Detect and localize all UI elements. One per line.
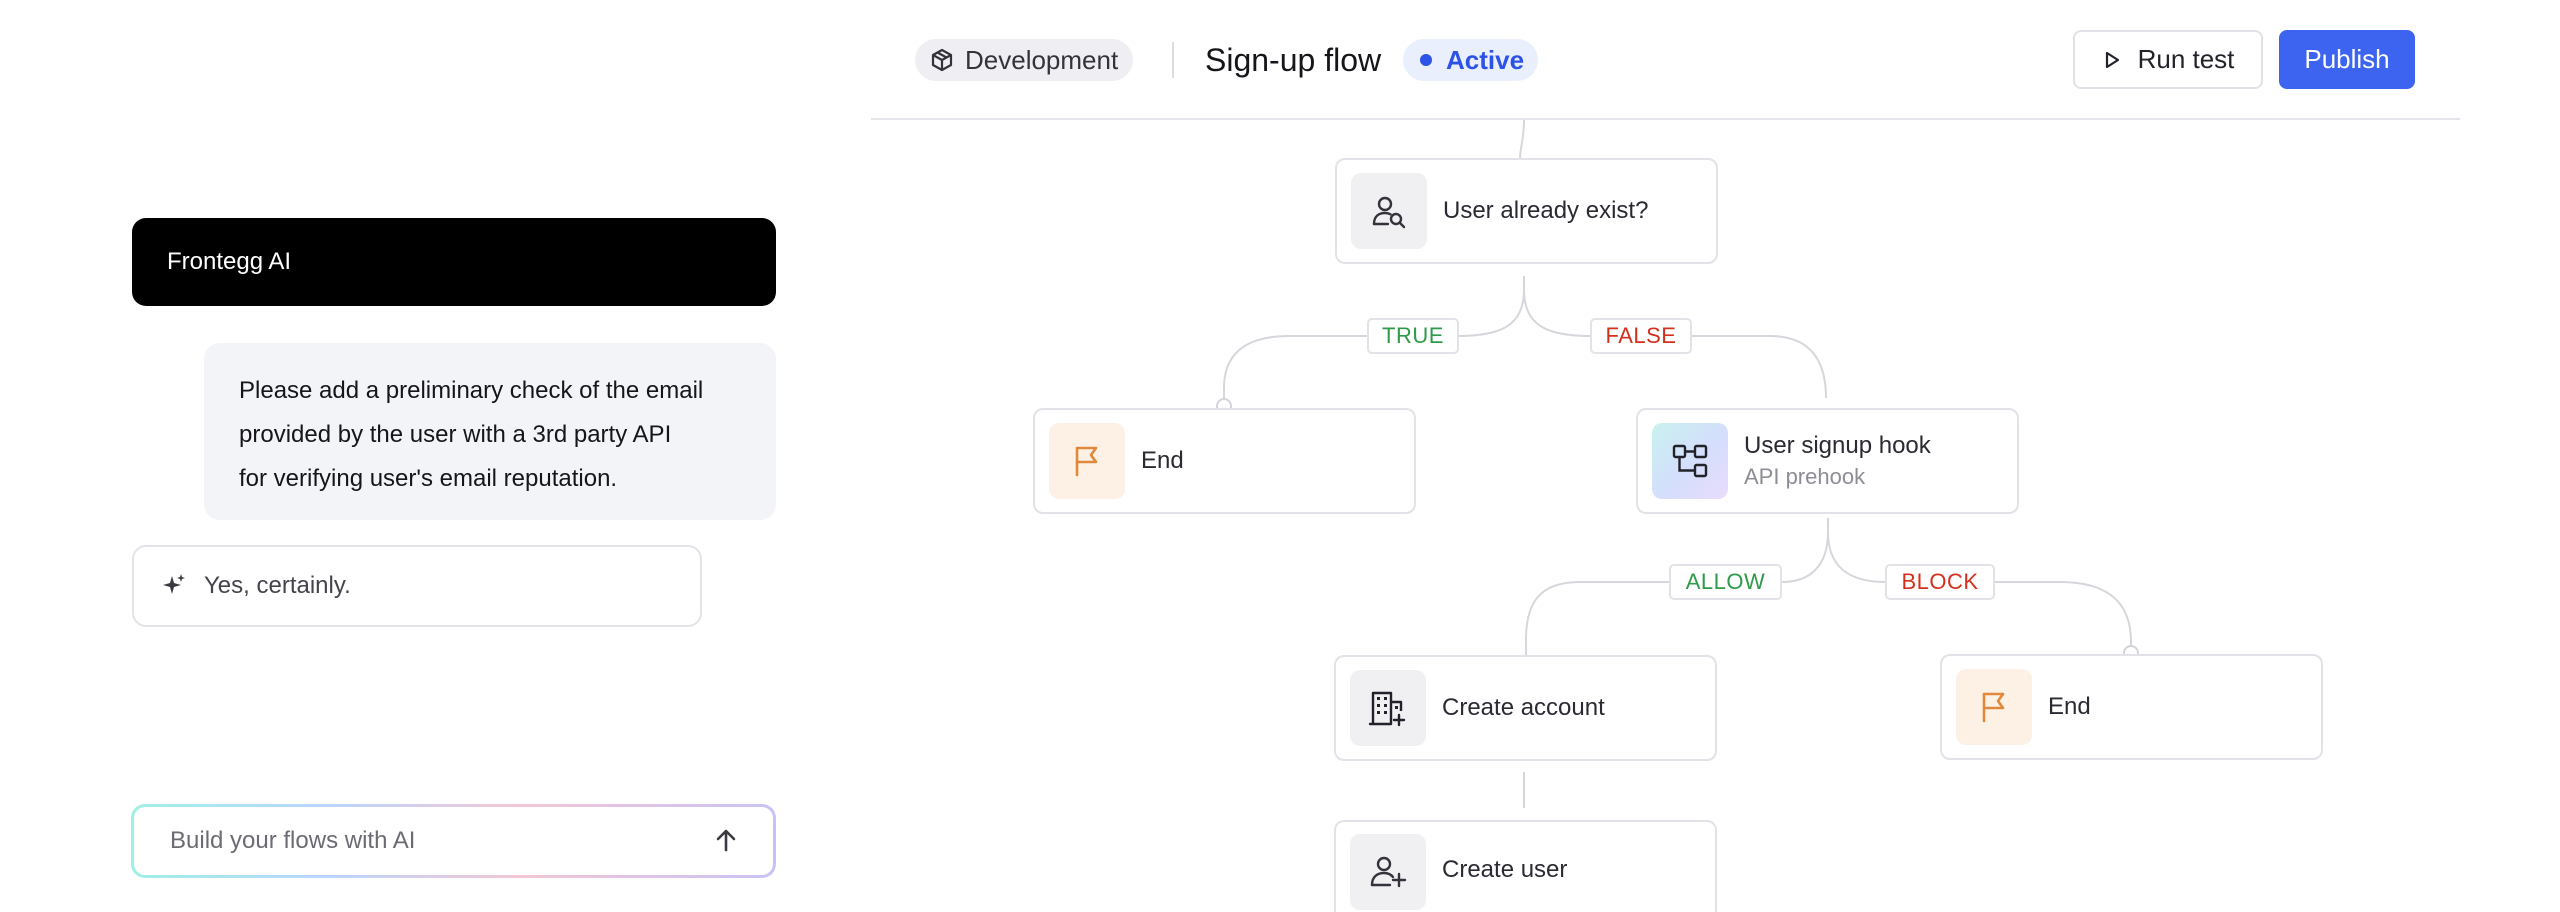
building-add-icon bbox=[1350, 670, 1426, 746]
node-signup-hook[interactable]: User signup hook API prehook bbox=[1636, 408, 2019, 514]
run-test-button[interactable]: Run test bbox=[2073, 30, 2263, 89]
ai-prompt-box bbox=[131, 804, 776, 878]
node-text: Create user bbox=[1442, 856, 1567, 884]
ai-prompt-inner bbox=[134, 807, 773, 875]
node-label: User signup hook bbox=[1744, 432, 1931, 459]
ai-panel-header: Frontegg AI bbox=[132, 218, 776, 306]
arrow-up-icon bbox=[716, 829, 736, 852]
node-text: User already exist? bbox=[1443, 197, 1648, 225]
environment-selector[interactable]: Development bbox=[915, 39, 1134, 81]
node-sublabel: API prehook bbox=[1744, 464, 1866, 489]
user-search-icon bbox=[1351, 173, 1427, 249]
run-test-label: Run test bbox=[2137, 44, 2235, 74]
node-label: Create user bbox=[1442, 856, 1568, 883]
edge-label-block: BLOCK bbox=[1885, 564, 1995, 600]
cube-icon bbox=[929, 47, 955, 73]
node-text: Create account bbox=[1442, 694, 1605, 722]
publish-button[interactable]: Publish bbox=[2279, 30, 2415, 89]
edge-label-true: TRUE bbox=[1367, 318, 1459, 354]
user-message-line: provided by the user with a 3rd party AP… bbox=[239, 421, 672, 448]
topbar-separator bbox=[871, 118, 2460, 120]
node-text: End bbox=[2048, 693, 2091, 721]
flag-icon bbox=[1049, 423, 1125, 499]
webhook-tree-icon bbox=[1652, 423, 1728, 499]
play-icon bbox=[2102, 50, 2122, 70]
node-create-account[interactable]: Create account bbox=[1334, 655, 1717, 761]
node-text: End bbox=[1141, 447, 1184, 475]
environment-label: Development bbox=[965, 44, 1119, 75]
status-badge: Active bbox=[1403, 39, 1539, 81]
node-text: User signup hook API prehook bbox=[1744, 432, 1931, 490]
node-label: End bbox=[2048, 693, 2091, 720]
node-user-exists[interactable]: User already exist? bbox=[1335, 158, 1718, 264]
edge-label-allow: ALLOW bbox=[1669, 564, 1782, 600]
user-message-line: Please add a preliminary check of the em… bbox=[239, 377, 704, 404]
flag-icon bbox=[1956, 669, 2032, 745]
flow-title: Sign-up flow bbox=[1205, 42, 1382, 78]
send-button[interactable] bbox=[709, 824, 743, 858]
node-create-user[interactable]: Create user bbox=[1334, 820, 1717, 912]
node-label: Create account bbox=[1442, 694, 1605, 721]
status-dot-icon bbox=[1420, 54, 1432, 66]
sparkle-icon bbox=[160, 572, 188, 600]
user-message-bubble: Please add a preliminary check of the em… bbox=[204, 343, 776, 520]
topbar-divider bbox=[1172, 42, 1174, 78]
ai-prompt-input[interactable] bbox=[168, 826, 709, 856]
node-end-block[interactable]: End bbox=[1940, 654, 2323, 760]
status-label: Active bbox=[1446, 44, 1525, 75]
edge-label-false: FALSE bbox=[1590, 318, 1692, 354]
node-end-true[interactable]: End bbox=[1033, 408, 1416, 514]
user-add-icon bbox=[1350, 834, 1426, 910]
user-message-line: for verifying user's email reputation. bbox=[239, 465, 618, 492]
node-label: User already exist? bbox=[1443, 197, 1649, 224]
node-label: End bbox=[1141, 447, 1184, 474]
publish-label: Publish bbox=[2304, 44, 2390, 74]
ai-reply-text: Yes, certainly. bbox=[204, 572, 351, 599]
ai-panel-title: Frontegg AI bbox=[167, 248, 292, 275]
ai-reply-bubble: Yes, certainly. bbox=[132, 545, 702, 627]
